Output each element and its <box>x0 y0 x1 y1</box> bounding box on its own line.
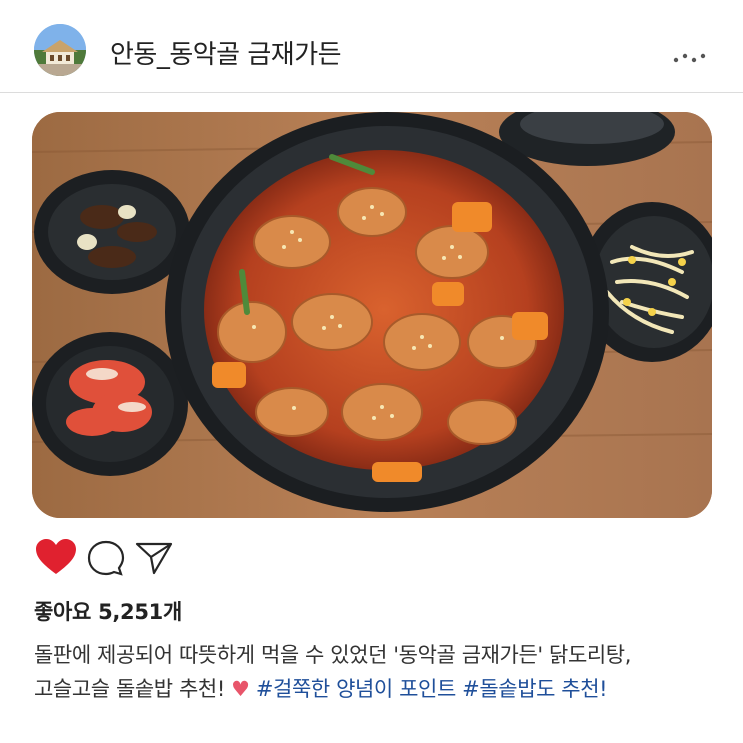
more-options-icon[interactable] <box>672 50 712 64</box>
post-header: 안동_동악골 금재가든 <box>0 0 743 92</box>
hashtag-link[interactable]: #돌솥밥도 추천! <box>462 677 607 701</box>
caption-line-2: 고슬고슬 돌솥밥 추천! ♥ #걸쭉한 양념이 포인트 #돌솥밥도 추천! <box>34 672 724 706</box>
hashtag-link[interactable]: #걸쭉한 양념이 포인트 <box>256 677 456 701</box>
post-actions <box>0 536 743 580</box>
post-photo[interactable] <box>32 112 712 518</box>
heart-emoji-icon: ♥ <box>231 677 250 701</box>
comment-icon[interactable] <box>86 539 126 581</box>
avatar[interactable] <box>34 24 86 76</box>
avatar-image <box>34 24 86 76</box>
likes-count[interactable]: 좋아요 5,251개 <box>34 596 182 626</box>
food-photo-image <box>32 112 712 518</box>
caption-text: 고슬고슬 돌솥밥 추천! <box>34 677 232 701</box>
header-divider <box>0 92 743 93</box>
username[interactable]: 안동_동악골 금재가든 <box>110 34 342 71</box>
post-caption: 돌판에 제공되어 따뜻하게 먹을 수 있었던 '동악골 금재가든' 닭도리탕, … <box>34 638 724 706</box>
share-send-icon[interactable] <box>134 540 174 580</box>
heart-filled-icon[interactable] <box>34 538 78 580</box>
caption-line-1: 돌판에 제공되어 따뜻하게 먹을 수 있었던 '동악골 금재가든' 닭도리탕, <box>34 643 631 667</box>
